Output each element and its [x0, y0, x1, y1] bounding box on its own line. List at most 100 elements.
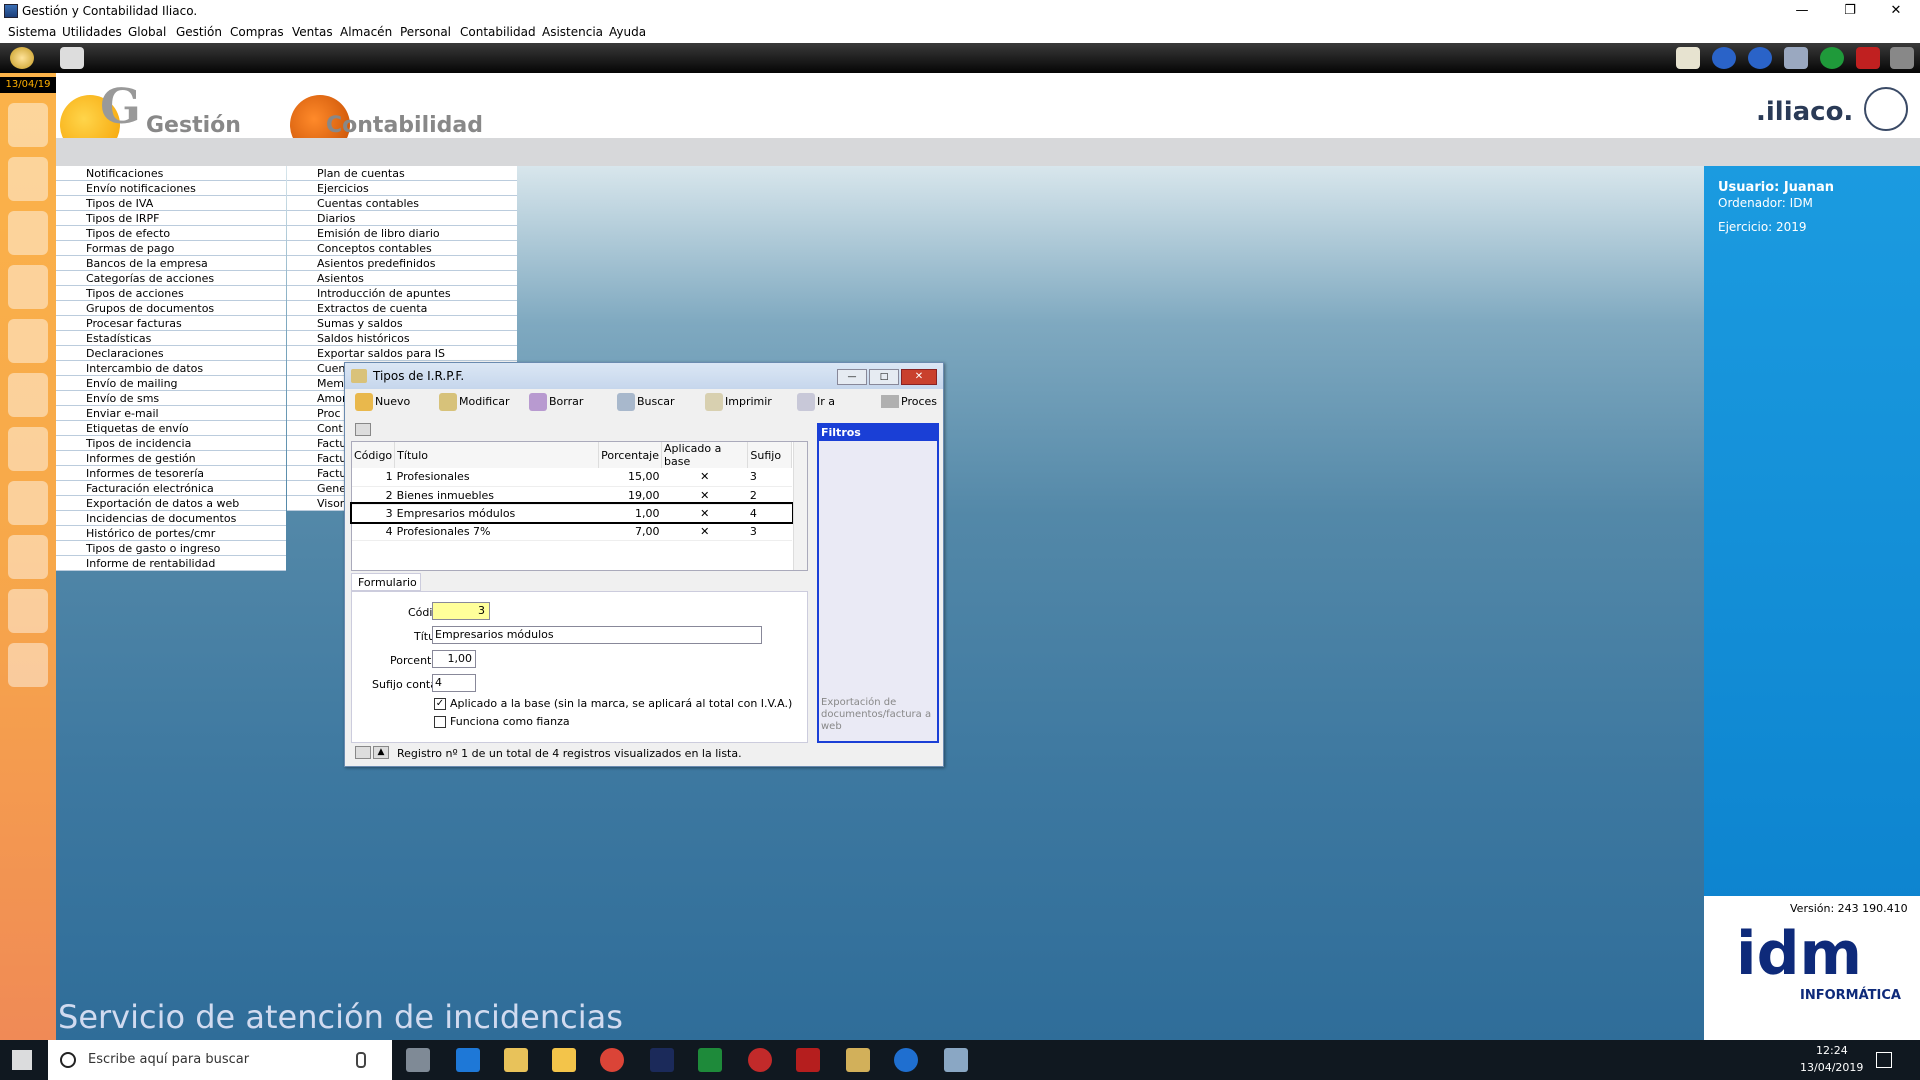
client-icon[interactable]	[8, 211, 48, 255]
chrome-icon[interactable]	[600, 1048, 624, 1072]
users-icon[interactable]	[8, 103, 48, 147]
purchases-icon[interactable]	[8, 373, 48, 417]
book-orange-icon[interactable]	[8, 589, 48, 633]
collapse-button[interactable]: ▲	[373, 746, 389, 759]
menu-item[interactable]: Grupos de documentos	[56, 301, 286, 316]
windows-icon[interactable]	[1784, 47, 1808, 69]
dialog-minimize-button[interactable]: —	[837, 369, 867, 385]
close-windows-icon[interactable]	[1856, 47, 1880, 69]
buscar-button[interactable]: Buscar	[617, 393, 675, 411]
microphone-icon[interactable]	[356, 1052, 366, 1068]
menu-item[interactable]: Tipos de efecto	[56, 226, 286, 241]
status-icon[interactable]	[355, 746, 371, 759]
menu-item[interactable]: Informe de rentabilidad	[56, 556, 286, 571]
accounting-icon[interactable]	[8, 481, 48, 525]
mail-app-icon[interactable]	[504, 1048, 528, 1072]
sufijo-field[interactable]: 4	[432, 674, 476, 692]
menu-item[interactable]: Categorías de acciones	[56, 271, 286, 286]
menu-item[interactable]: Informes de gestión	[56, 451, 286, 466]
menu-item[interactable]: Introducción de apuntes	[287, 286, 517, 301]
menu-utilidades[interactable]: Utilidades	[62, 25, 122, 39]
col-aplicado[interactable]: Aplicado a base	[661, 442, 749, 468]
file-explorer-icon[interactable]	[552, 1048, 576, 1072]
restore-button[interactable]: ❐	[1828, 0, 1872, 22]
list-icon[interactable]	[8, 643, 48, 687]
menu-item[interactable]: Tipos de IRPF	[56, 211, 286, 226]
col-codigo[interactable]: Código	[352, 442, 396, 468]
menu-item[interactable]: Facturación electrónica	[56, 481, 286, 496]
catalog-icon[interactable]	[8, 157, 48, 201]
menu-contabilidad[interactable]: Contabilidad	[460, 25, 536, 39]
windows-start-icon[interactable]	[12, 1050, 32, 1070]
minimize-button[interactable]: —	[1780, 0, 1824, 22]
aplicado-checkbox[interactable]: ✓	[434, 698, 446, 710]
procesar-button[interactable]: Procesar	[881, 395, 937, 408]
modificar-button[interactable]: Modificar	[439, 393, 510, 411]
exit-icon[interactable]	[1890, 47, 1914, 69]
menu-sistema[interactable]: Sistema	[8, 25, 56, 39]
ir-a-button[interactable]: Ir a	[797, 393, 835, 411]
menu-item[interactable]: Asientos	[287, 271, 517, 286]
menu-item[interactable]: Formas de pago	[56, 241, 286, 256]
porcentaje-field[interactable]: 1,00	[432, 650, 476, 668]
dialog-close-button[interactable]: ✕	[901, 369, 937, 385]
back-arrow-icon[interactable]	[1712, 47, 1736, 69]
menu-item[interactable]: Enviar e-mail	[56, 406, 286, 421]
menu-global[interactable]: Global	[128, 25, 166, 39]
table-row[interactable]: 2 Bienes inmuebles 19,00 ✕ 2	[352, 486, 792, 505]
menu-item[interactable]: Exportar saldos para IS	[287, 346, 517, 361]
codigo-field[interactable]: 3	[432, 602, 490, 620]
menu-item[interactable]: Plan de cuentas	[287, 166, 517, 181]
menu-item[interactable]: Notificaciones	[56, 166, 286, 181]
home-icon[interactable]	[10, 47, 34, 69]
fianza-checkbox[interactable]	[434, 716, 446, 728]
titulo-field[interactable]: Empresarios módulos	[432, 626, 762, 644]
menu-item[interactable]: Envío de sms	[56, 391, 286, 406]
menu-item[interactable]: Exportación de datos a web	[56, 496, 286, 511]
menu-item[interactable]: Tipos de gasto o ingreso	[56, 541, 286, 556]
menu-item[interactable]: Tipos de acciones	[56, 286, 286, 301]
menu-item[interactable]: Asientos predefinidos	[287, 256, 517, 271]
menu-item[interactable]: Intercambio de datos	[56, 361, 286, 376]
forward-arrow-icon[interactable]	[1748, 47, 1772, 69]
menu-personal[interactable]: Personal	[400, 25, 451, 39]
col-titulo[interactable]: Título	[394, 442, 600, 468]
menu-item[interactable]: Diarios	[287, 211, 517, 226]
menu-ayuda[interactable]: Ayuda	[609, 25, 646, 39]
menu-item[interactable]: Incidencias de documentos	[56, 511, 286, 526]
photoshop-icon[interactable]	[650, 1048, 674, 1072]
provider-icon[interactable]	[8, 265, 48, 309]
invoices-icon[interactable]	[8, 427, 48, 471]
app-red-icon[interactable]	[748, 1048, 772, 1072]
menu-item[interactable]: Bancos de la empresa	[56, 256, 286, 271]
task-view-icon[interactable]	[406, 1048, 430, 1072]
col-sufijo[interactable]: Sufijo	[747, 442, 792, 468]
notifications-icon[interactable]	[1876, 1052, 1892, 1068]
menu-item[interactable]: Tipos de incidencia	[56, 436, 286, 451]
menu-item[interactable]: Sumas y saldos	[287, 316, 517, 331]
dialog-maximize-button[interactable]: □	[869, 369, 899, 385]
menu-item[interactable]: Envío notificaciones	[56, 181, 286, 196]
window-app-icon[interactable]	[944, 1048, 968, 1072]
menu-item[interactable]: Extractos de cuenta	[287, 301, 517, 316]
menu-compras[interactable]: Compras	[230, 25, 284, 39]
menu-item[interactable]: Estadísticas	[56, 331, 286, 346]
edge-icon[interactable]	[456, 1048, 480, 1072]
filezilla-icon[interactable]	[796, 1048, 820, 1072]
menu-item[interactable]: Envío de mailing	[56, 376, 286, 391]
grid-options-icon[interactable]	[355, 423, 371, 436]
menu-item[interactable]: Emisión de libro diario	[287, 226, 517, 241]
menu-asistencia[interactable]: Asistencia	[542, 25, 603, 39]
table-row[interactable]: 4 Profesionales 7% 7,00 ✕ 3	[352, 522, 792, 541]
menu-almacen[interactable]: Almacén	[340, 25, 392, 39]
app-logo-icon[interactable]	[60, 47, 84, 69]
system-tray-icons[interactable]	[1704, 1054, 1804, 1068]
book-green-icon[interactable]	[8, 535, 48, 579]
imprimir-button[interactable]: Imprimir	[705, 393, 772, 411]
teamviewer-icon[interactable]	[894, 1048, 918, 1072]
menu-item[interactable]: Saldos históricos	[287, 331, 517, 346]
help-icon[interactable]	[1820, 47, 1844, 69]
tab-formulario[interactable]: Formulario	[351, 573, 421, 591]
iliaco-app-icon[interactable]	[846, 1048, 870, 1072]
menu-item[interactable]: Tipos de IVA	[56, 196, 286, 211]
